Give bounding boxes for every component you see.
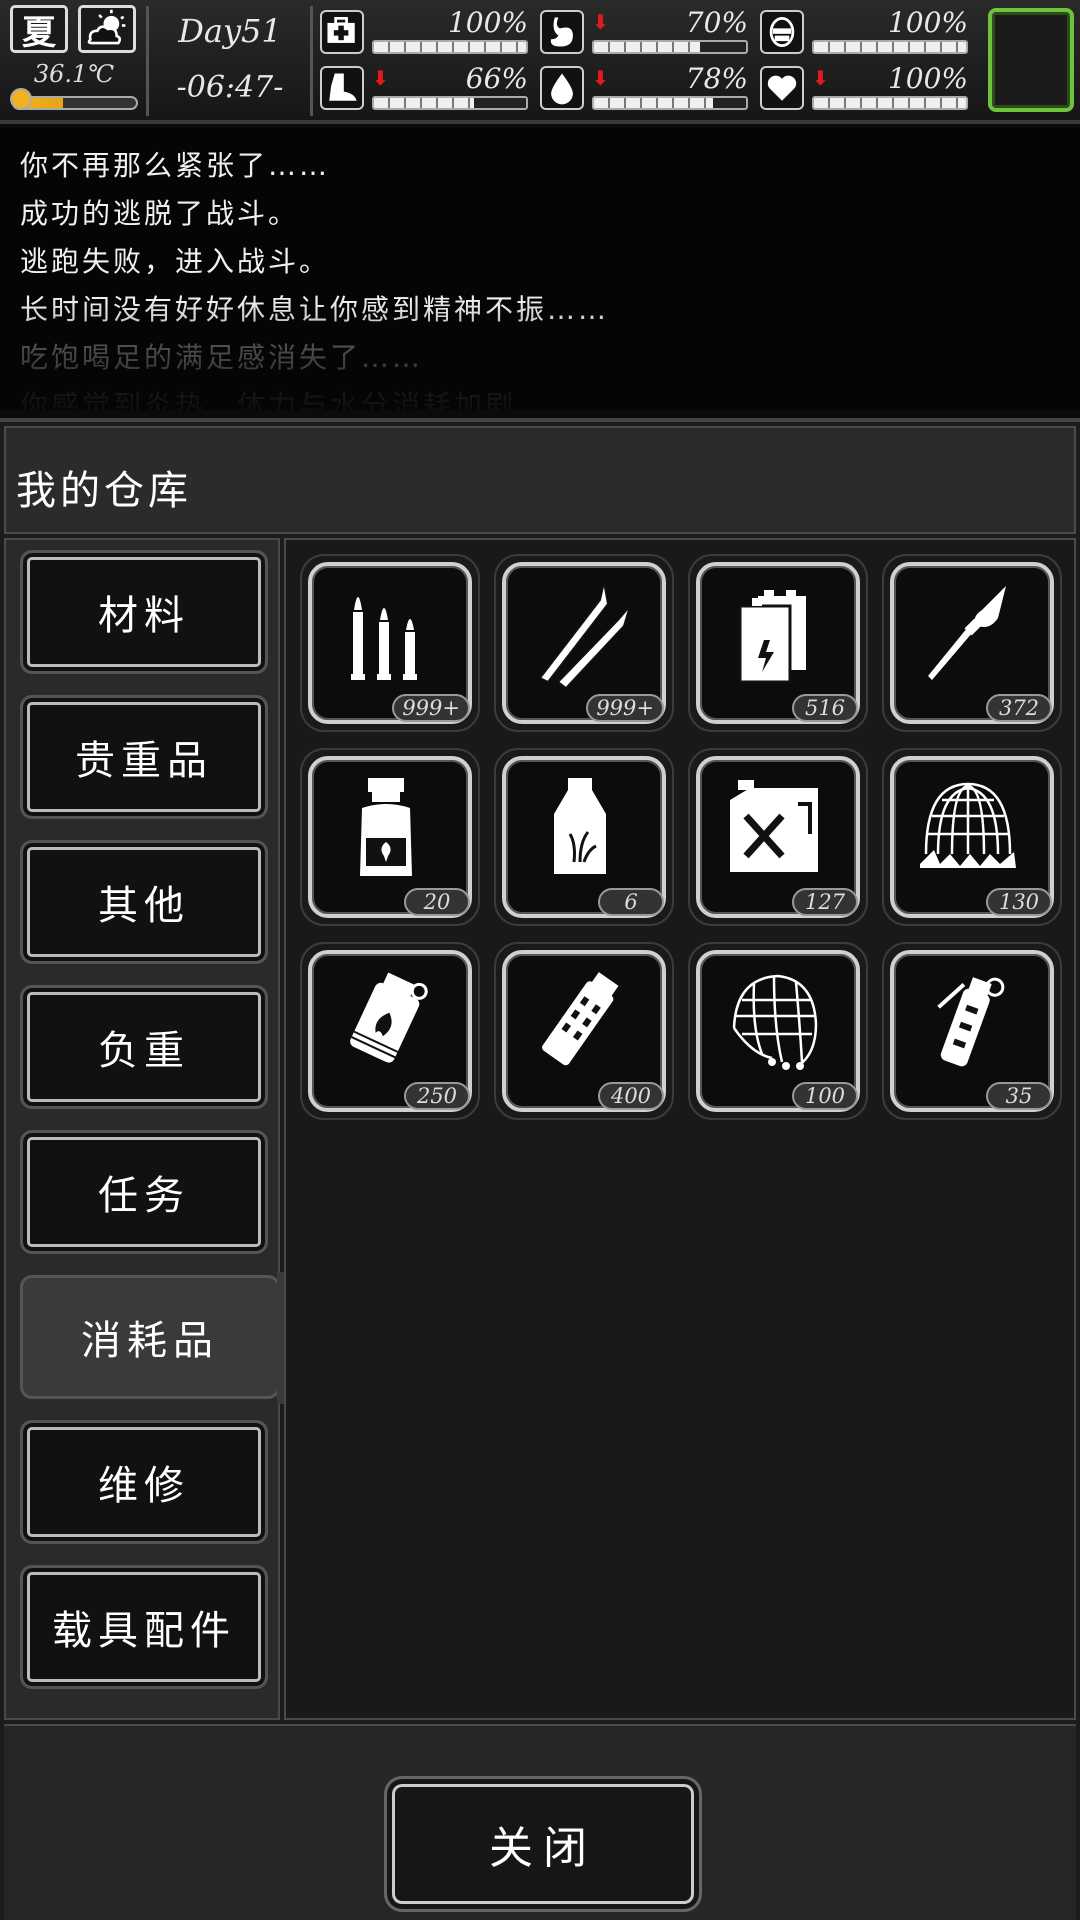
tab-carry-weight[interactable]: 负重	[20, 985, 268, 1109]
net-icon	[732, 974, 818, 1070]
item-slot[interactable]: 35	[882, 942, 1062, 1120]
item-count: 6	[598, 888, 664, 916]
item-count: 372	[986, 694, 1052, 722]
item-slot[interactable]: 999+	[494, 554, 674, 732]
item-slot[interactable]: 100	[688, 942, 868, 1120]
rifle-ammo-icon	[538, 581, 631, 690]
log-line: 你不再那么紧张了……	[20, 149, 331, 182]
close-button[interactable]: 关闭	[384, 1776, 702, 1912]
message-log: 你不再那么紧张了…… 成功的逃脱了战斗。 逃跑失败，进入战斗。 长时间没有好好休…	[0, 128, 1080, 410]
status-hud: 夏 36.1℃ Day51 -06:47- 100% ⬇ 70% 100% ⬇ …	[0, 0, 1080, 124]
incendiary-bomb-icon	[350, 972, 428, 1063]
stat-value: 66%	[465, 62, 528, 95]
warehouse-panel: 我的仓库 材料 贵重品 其他 负重 任务 消耗品 维修 载具配件 999+ 99…	[0, 418, 1080, 1920]
stat-value: 100%	[887, 6, 968, 39]
item-count: 999+	[586, 694, 664, 722]
panel-footer: 关闭	[4, 1724, 1076, 1920]
stat-value: 78%	[685, 62, 748, 95]
stat-bar	[592, 96, 748, 110]
panel-header: 我的仓库	[4, 426, 1076, 534]
item-count: 127	[792, 888, 858, 916]
pistol-ammo-icon	[351, 597, 417, 680]
net-trap-icon	[920, 782, 1016, 868]
medicine-bottle-icon	[360, 778, 412, 876]
item-count: 516	[792, 694, 858, 722]
stat-mood: ⬇ 100%	[760, 62, 980, 112]
stat-armor: 100%	[760, 6, 980, 56]
item-slot[interactable]: 400	[494, 942, 674, 1120]
heart-icon	[760, 66, 804, 110]
item-slot[interactable]: 127	[688, 748, 868, 926]
tab-other[interactable]: 其他	[20, 840, 268, 964]
item-count: 20	[404, 888, 470, 916]
stat-value: 100%	[887, 62, 968, 95]
flashbang-icon	[542, 972, 619, 1066]
item-count: 35	[986, 1082, 1052, 1110]
season-badge: 夏	[10, 5, 68, 53]
stat-stamina: ⬇ 66%	[320, 62, 540, 112]
medkit-icon	[320, 10, 364, 54]
equipment-slot[interactable]	[988, 8, 1074, 112]
stat-value: 70%	[685, 6, 748, 39]
item-count: 100	[792, 1082, 858, 1110]
water-bottle-icon	[554, 778, 606, 874]
down-arrow-icon: ⬇	[592, 10, 609, 34]
game-clock: -06:47-	[176, 70, 284, 105]
stat-bar	[592, 40, 748, 54]
log-line: 长时间没有好好休息让你感到精神不振……	[20, 293, 610, 326]
fuel-can-icon	[730, 780, 818, 872]
item-slot[interactable]: 516	[688, 554, 868, 732]
stat-bar	[812, 96, 968, 110]
log-line: 逃跑失败，进入战斗。	[20, 245, 331, 278]
rocket-icon	[928, 586, 1006, 680]
stat-bar	[372, 96, 528, 110]
thermometer-bulb-icon	[10, 88, 32, 110]
tab-consumables[interactable]: 消耗品	[20, 1272, 291, 1404]
down-arrow-icon: ⬇	[812, 66, 829, 90]
item-count: 130	[986, 888, 1052, 916]
battery-icon	[738, 590, 806, 684]
item-slot[interactable]: 6	[494, 748, 674, 926]
item-count: 400	[598, 1082, 664, 1110]
boot-icon	[320, 66, 364, 110]
item-grid: 999+ 999+ 516 372 20 6 127 130 250 400 1…	[284, 538, 1076, 1720]
tab-quests[interactable]: 任务	[20, 1130, 268, 1254]
water-drop-icon	[540, 66, 584, 110]
item-slot[interactable]: 250	[300, 942, 480, 1120]
log-line: 你感觉到炎热，体力与水分消耗加剧	[20, 389, 517, 410]
down-arrow-icon: ⬇	[592, 66, 609, 90]
tab-repair[interactable]: 维修	[20, 1420, 268, 1544]
page-title: 我的仓库	[16, 468, 192, 514]
day-counter: Day51	[178, 12, 282, 50]
stat-bar	[372, 40, 528, 54]
divider	[146, 6, 149, 116]
log-line: 成功的逃脱了战斗。	[20, 197, 300, 230]
tab-valuables[interactable]: 贵重品	[20, 695, 268, 819]
tab-vehicle-parts[interactable]: 载具配件	[20, 1565, 268, 1689]
category-tabs: 材料 贵重品 其他 负重 任务 消耗品 维修 载具配件	[4, 538, 291, 1720]
stat-health: 100%	[320, 6, 540, 56]
item-slot[interactable]: 999+	[300, 554, 480, 732]
stat-value: 100%	[447, 6, 528, 39]
stomach-icon	[540, 10, 584, 54]
stat-bar	[812, 40, 968, 54]
shield-icon	[760, 10, 804, 54]
down-arrow-icon: ⬇	[372, 66, 389, 90]
item-slot[interactable]: 20	[300, 748, 480, 926]
stat-hunger: ⬇ 70%	[540, 6, 760, 56]
log-line: 吃饱喝足的满足感消失了……	[20, 341, 424, 374]
item-count: 250	[404, 1082, 470, 1110]
sun-cloud-icon	[78, 5, 136, 53]
tab-materials[interactable]: 材料	[20, 550, 268, 674]
grenade-icon	[937, 977, 1005, 1067]
divider	[310, 6, 313, 116]
stat-thirst: ⬇ 78%	[540, 62, 760, 112]
item-slot[interactable]: 372	[882, 554, 1062, 732]
item-slot[interactable]: 130	[882, 748, 1062, 926]
item-count: 999+	[392, 694, 470, 722]
temperature-readout: 36.1℃	[33, 60, 115, 88]
